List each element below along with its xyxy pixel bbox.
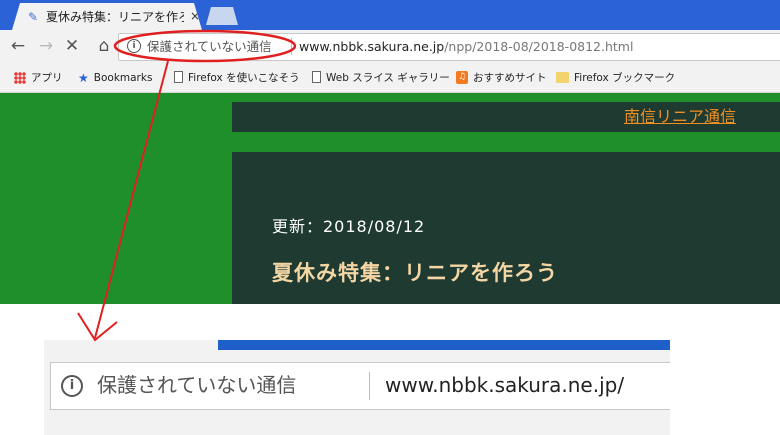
- bookmark-apps[interactable]: アプリ: [14, 69, 63, 87]
- bookmarks-bar: アプリ ★ Bookmarks Firefox を使いこなそう Web スライス …: [0, 64, 780, 93]
- address-divider: [291, 38, 292, 55]
- zoom-url-text: www.nbbk.sakura.ne.jp/: [385, 373, 625, 397]
- url-path: /npp/2018-08/2018-0812.html: [444, 39, 634, 54]
- bookmark-label: Firefox を使いこなそう: [188, 72, 300, 84]
- bookmark-label: Web スライス ギャラリー: [326, 72, 450, 84]
- tab-close-button[interactable]: ×: [190, 8, 202, 24]
- new-tab-button[interactable]: [206, 7, 238, 25]
- stop-button[interactable]: ✕: [62, 36, 82, 56]
- bookmark-web-slice[interactable]: Web スライス ギャラリー: [312, 69, 450, 87]
- star-icon: ★: [78, 71, 89, 85]
- tab-title: 夏休み特集：リニアを作ろう: [46, 10, 184, 24]
- article-headline: 夏休み特集：リニアを作ろう: [272, 261, 558, 285]
- info-icon[interactable]: i: [127, 39, 141, 53]
- web-page: 南信リニア通信 更新：2018/08/12 夏休み特集：リニアを作ろう: [0, 93, 780, 304]
- forward-button[interactable]: →: [36, 36, 56, 56]
- bookmark-label: Firefox ブックマーク: [574, 72, 676, 84]
- apps-grid-icon: [14, 72, 26, 84]
- orange-bookmark-icon: ♫: [456, 71, 468, 84]
- bookmark-recommended[interactable]: ♫ おすすめサイト: [456, 69, 547, 87]
- page-icon: [174, 71, 183, 83]
- bookmark-label: アプリ: [31, 72, 63, 84]
- bookmark-label: Bookmarks: [93, 72, 153, 84]
- tab-active[interactable]: ✎ 夏休み特集：リニアを作ろう ×: [12, 3, 202, 30]
- zoomed-address-bar: i 保護されていない通信 www.nbbk.sakura.ne.jp/: [44, 340, 670, 435]
- bookmark-label: おすすめサイト: [473, 72, 547, 84]
- bookmark-bookmarks[interactable]: ★ Bookmarks: [78, 69, 152, 87]
- home-button[interactable]: ⌂: [94, 36, 114, 56]
- site-banner: 南信リニア通信: [232, 102, 780, 132]
- folder-icon: [556, 72, 569, 83]
- page-icon: [312, 71, 321, 83]
- zoom-tab-strip: [218, 340, 670, 350]
- address-bar[interactable]: i 保護されていない通信 www.nbbk.sakura.ne.jp/npp/2…: [118, 33, 780, 61]
- url-host: www.nbbk.sakura.ne.jp: [299, 39, 445, 54]
- back-button[interactable]: ←: [8, 36, 28, 56]
- zoom-address-bar: i 保護されていない通信 www.nbbk.sakura.ne.jp/: [50, 362, 670, 410]
- tab-strip: ✎ 夏休み特集：リニアを作ろう ×: [0, 0, 780, 30]
- bookmark-firefox-guide[interactable]: Firefox を使いこなそう: [174, 69, 300, 87]
- url-text[interactable]: www.nbbk.sakura.ne.jp/npp/2018-08/2018-0…: [299, 38, 769, 56]
- site-title-link[interactable]: 南信リニア通信: [624, 106, 736, 128]
- bookmark-firefox-folder[interactable]: Firefox ブックマーク: [556, 69, 675, 87]
- annotation-arrowhead: [77, 312, 118, 342]
- info-icon: i: [61, 375, 83, 397]
- update-date: 更新：2018/08/12: [272, 217, 426, 236]
- zoom-address-divider: [369, 372, 370, 400]
- security-label[interactable]: 保護されていない通信: [147, 38, 287, 56]
- article-header: 更新：2018/08/12 夏休み特集：リニアを作ろう: [232, 152, 780, 304]
- page-favicon-icon: ✎: [28, 10, 39, 24]
- zoom-security-label: 保護されていない通信: [97, 373, 297, 397]
- browser-toolbar: ← → ✕ ⌂ i 保護されていない通信 www.nbbk.sakura.ne.…: [0, 30, 780, 64]
